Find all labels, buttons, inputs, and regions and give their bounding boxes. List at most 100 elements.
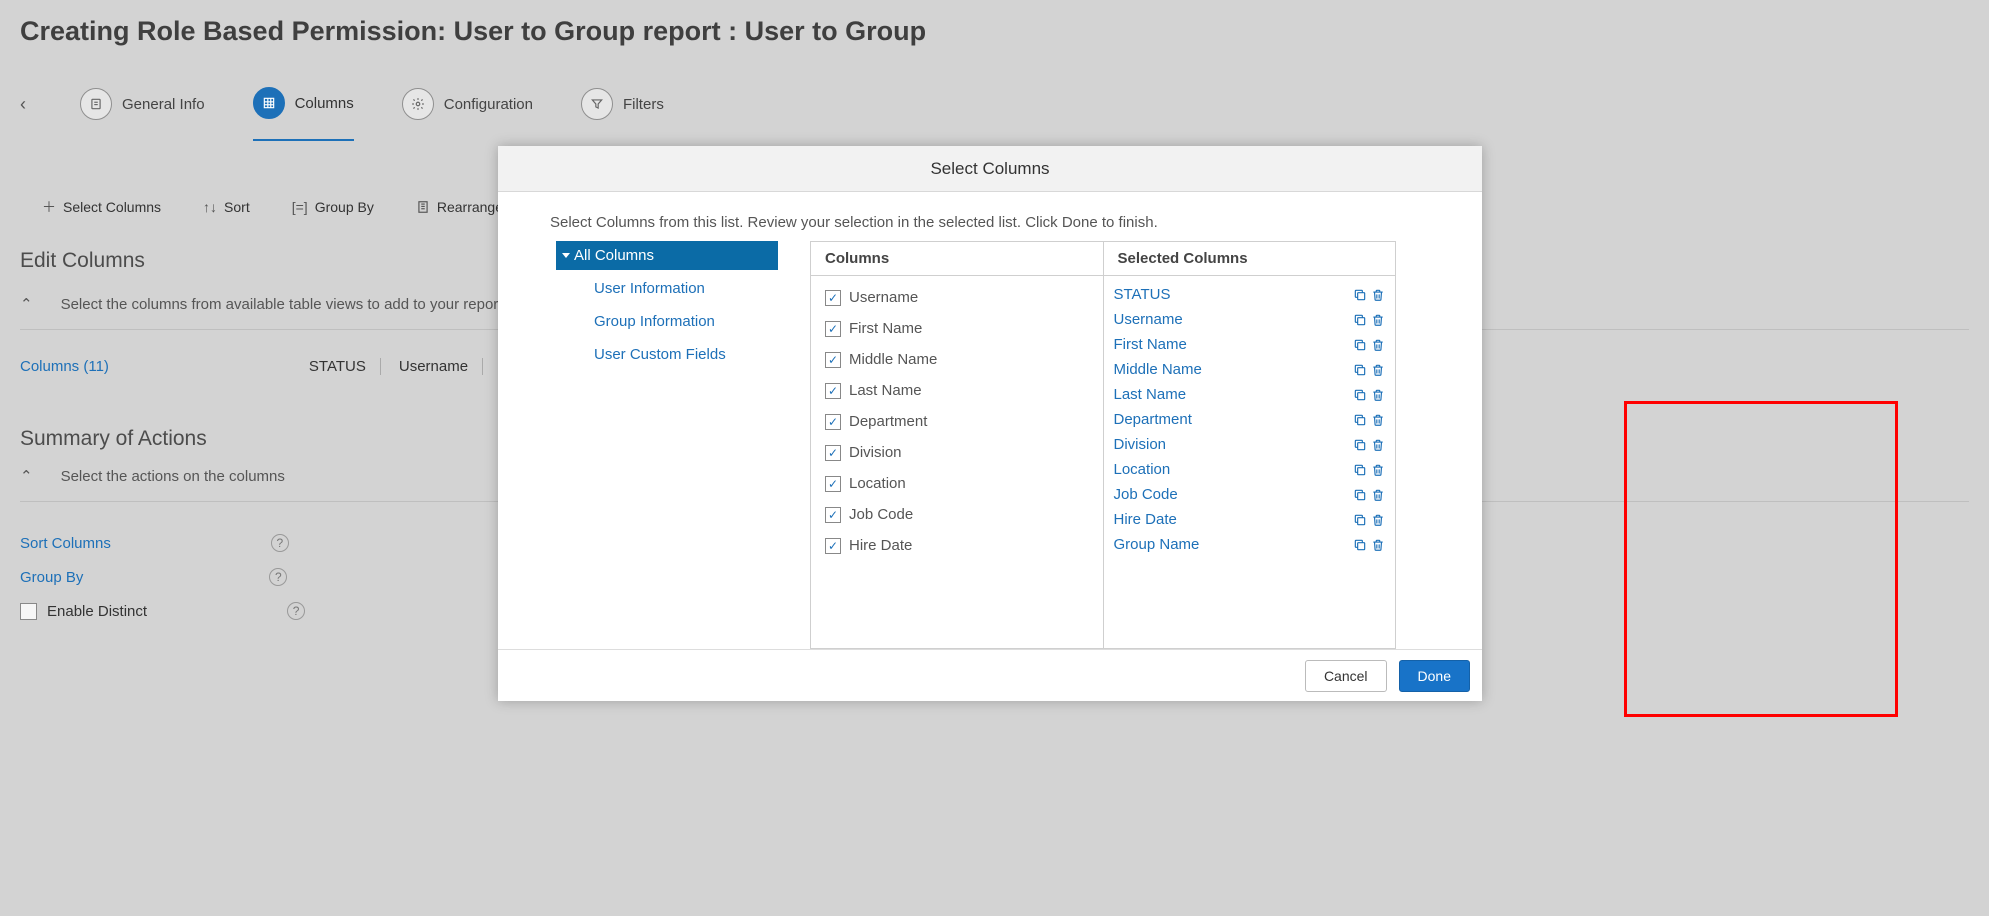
copy-icon[interactable] — [1353, 338, 1367, 352]
selected-column-row: Middle Name — [1104, 357, 1396, 382]
collapse-chevron-icon[interactable]: ⌃ — [20, 295, 33, 313]
delete-icon[interactable] — [1371, 288, 1385, 302]
copy-icon[interactable] — [1353, 313, 1367, 327]
selected-columns-list: STATUSUsernameFirst NameMiddle NameLast … — [1104, 276, 1396, 648]
delete-icon[interactable] — [1371, 388, 1385, 402]
available-column-row: ✓ Last Name — [811, 375, 1103, 406]
column-name: Username — [849, 289, 918, 306]
delete-icon[interactable] — [1371, 438, 1385, 452]
available-column-row: ✓First Name — [811, 313, 1103, 344]
copy-icon[interactable] — [1353, 513, 1367, 527]
copy-icon[interactable] — [1353, 538, 1367, 552]
selected-column-name: Hire Date — [1114, 511, 1177, 528]
selected-column-row: Location — [1104, 457, 1396, 482]
column-name: Hire Date — [849, 537, 912, 554]
done-button[interactable]: Done — [1399, 660, 1470, 692]
column-chip: STATUS — [309, 358, 381, 375]
columns-picker: Columns ✓Username✓First Name✓Middle Name… — [810, 241, 1396, 649]
delete-icon[interactable] — [1371, 363, 1385, 377]
column-checkbox[interactable]: ✓ — [825, 476, 841, 492]
available-column-row: ✓Location — [811, 468, 1103, 499]
column-checkbox[interactable]: ✓ — [825, 445, 841, 461]
button-label: Group By — [315, 199, 374, 215]
collapse-chevron-icon[interactable]: ⌃ — [20, 467, 33, 485]
selected-column-row: STATUS — [1104, 282, 1396, 307]
cancel-button[interactable]: Cancel — [1305, 660, 1387, 692]
delete-icon[interactable] — [1371, 313, 1385, 327]
selected-column-name: Last Name — [1114, 386, 1187, 403]
selected-column-row: Last Name — [1104, 382, 1396, 407]
button-label: Sort — [224, 199, 250, 215]
selected-columns-panel: Selected Columns STATUSUsernameFirst Nam… — [1104, 242, 1396, 648]
selected-column-row: Department — [1104, 407, 1396, 432]
column-chip: Username — [399, 358, 483, 375]
gear-icon — [402, 88, 434, 120]
selected-column-row: Job Code — [1104, 482, 1396, 507]
available-columns-panel: Columns ✓Username✓First Name✓Middle Name… — [811, 242, 1104, 648]
available-column-row: ✓Job Code — [811, 499, 1103, 530]
help-icon[interactable]: ? — [271, 534, 289, 552]
column-checkbox[interactable]: ✓ — [825, 383, 841, 399]
selected-column-name: Group Name — [1114, 536, 1200, 553]
rearrange-icon — [416, 200, 430, 214]
selected-column-name: Location — [1114, 461, 1171, 478]
column-checkbox[interactable]: ✓ — [825, 321, 841, 337]
available-column-row: ✓ Middle Name — [811, 344, 1103, 375]
delete-icon[interactable] — [1371, 413, 1385, 427]
copy-icon[interactable] — [1353, 288, 1367, 302]
nav-all-columns[interactable]: All Columns — [556, 241, 778, 270]
columns-count-link[interactable]: Columns (11) — [20, 358, 109, 375]
group-by-button[interactable]: [=] Group By — [292, 199, 374, 215]
column-checkbox[interactable]: ✓ — [825, 538, 841, 554]
action-label: Sort Columns — [20, 535, 111, 552]
nav-group-information[interactable]: Group Information — [556, 307, 778, 336]
button-label: Select Columns — [63, 199, 161, 215]
dialog-footer: Cancel Done — [498, 649, 1482, 701]
step-label: General Info — [122, 96, 205, 113]
selected-column-row: Username — [1104, 307, 1396, 332]
delete-icon[interactable] — [1371, 488, 1385, 502]
copy-icon[interactable] — [1353, 363, 1367, 377]
nav-user-information[interactable]: User Information — [556, 274, 778, 303]
delete-icon[interactable] — [1371, 538, 1385, 552]
enable-distinct-checkbox[interactable] — [20, 603, 37, 620]
sort-button[interactable]: ↑↓ Sort — [203, 199, 250, 215]
column-checkbox[interactable]: ✓ — [825, 414, 841, 430]
select-columns-button[interactable]: ＋ Select Columns — [42, 197, 161, 217]
step-filters[interactable]: Filters — [581, 88, 664, 120]
step-label: Filters — [623, 96, 664, 113]
info-icon — [80, 88, 112, 120]
column-checkbox[interactable]: ✓ — [825, 507, 841, 523]
nav-user-custom-fields[interactable]: User Custom Fields — [556, 340, 778, 369]
help-icon[interactable]: ? — [287, 602, 305, 620]
selected-column-name: Division — [1114, 436, 1167, 453]
copy-icon[interactable] — [1353, 388, 1367, 402]
column-name: Middle Name — [849, 351, 937, 368]
step-label: Configuration — [444, 96, 533, 113]
delete-icon[interactable] — [1371, 513, 1385, 527]
selected-column-name: Username — [1114, 311, 1183, 328]
back-chevron-icon[interactable]: ‹ — [20, 94, 32, 115]
wizard-stepper: ‹ General Info Columns Configuration Fil… — [20, 57, 1969, 135]
column-name: Last Name — [849, 382, 922, 399]
help-icon[interactable]: ? — [269, 568, 287, 586]
filter-icon — [581, 88, 613, 120]
copy-icon[interactable] — [1353, 413, 1367, 427]
delete-icon[interactable] — [1371, 463, 1385, 477]
column-category-nav: All Columns User Information Group Infor… — [498, 241, 778, 649]
step-configuration[interactable]: Configuration — [402, 88, 533, 120]
column-checkbox[interactable]: ✓ — [825, 352, 841, 368]
delete-icon[interactable] — [1371, 338, 1385, 352]
selected-column-name: Job Code — [1114, 486, 1178, 503]
copy-icon[interactable] — [1353, 463, 1367, 477]
grid-icon — [253, 87, 285, 119]
copy-icon[interactable] — [1353, 488, 1367, 502]
selected-column-name: Department — [1114, 411, 1192, 428]
step-columns[interactable]: Columns — [253, 87, 354, 141]
column-checkbox[interactable]: ✓ — [825, 290, 841, 306]
step-general-info[interactable]: General Info — [80, 88, 205, 120]
available-column-row: ✓Division — [811, 437, 1103, 468]
available-column-row: ✓ Hire Date — [811, 530, 1103, 561]
page-title: Creating Role Based Permission: User to … — [20, 0, 1969, 57]
copy-icon[interactable] — [1353, 438, 1367, 452]
